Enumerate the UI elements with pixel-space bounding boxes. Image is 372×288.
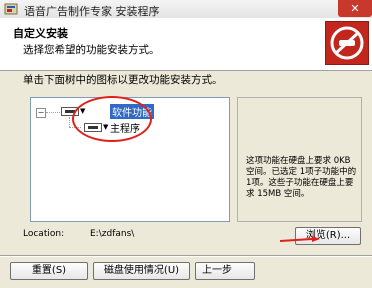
window-title: 语音广告制作专家 安装程序 — [24, 5, 160, 18]
tree-connector — [46, 112, 60, 113]
instruction-text: 单击下面树中的图标以更改功能安装方式。 — [23, 74, 223, 86]
disk-usage-button-label: 磁盘使用情况(U) — [103, 265, 180, 276]
feature-description-panel: 这项功能在硬盘上要求 0KB 空间。已选定 1项子功能中的 1项。这些子功能在硬… — [237, 97, 362, 222]
close-button[interactable]: ✕ — [338, 0, 372, 17]
annotation-arrow-icon — [280, 236, 320, 242]
reset-button[interactable]: 重置(S) — [10, 262, 88, 280]
feature-description: 这项功能在硬盘上要求 0KB 空间。已选定 1项子功能中的 1项。这些子功能在硬… — [246, 156, 357, 199]
highlight-circle — [72, 96, 152, 142]
disk-usage-button[interactable]: 磁盘使用情况(U) — [93, 262, 190, 280]
wizard-header: 自定义安装 选择您希望的功能安装方式。 — [0, 18, 372, 71]
collapse-icon[interactable]: − — [36, 108, 46, 118]
setup-app-icon — [4, 3, 18, 15]
installer-logo — [325, 21, 369, 65]
back-button-label: 上一步 — [202, 265, 232, 276]
location-label: Location: — [23, 229, 65, 239]
reset-button-label: 重置(S) — [31, 265, 67, 276]
footer-divider — [0, 255, 372, 257]
no-sign-icon — [330, 26, 364, 60]
location-value: E:\zdfans\ — [90, 229, 135, 239]
feature-tree[interactable]: − ▼ 软件功能 ▼ 主程序 — [30, 96, 230, 222]
title-bar: 语音广告制作专家 安装程序 ✕ — [0, 0, 372, 19]
tree-connector — [69, 117, 70, 127]
page-subtitle: 选择您希望的功能安装方式。 — [23, 44, 160, 56]
close-icon: ✕ — [350, 2, 360, 15]
back-button[interactable]: 上一步 — [195, 262, 255, 280]
page-title: 自定义安装 — [13, 27, 68, 40]
